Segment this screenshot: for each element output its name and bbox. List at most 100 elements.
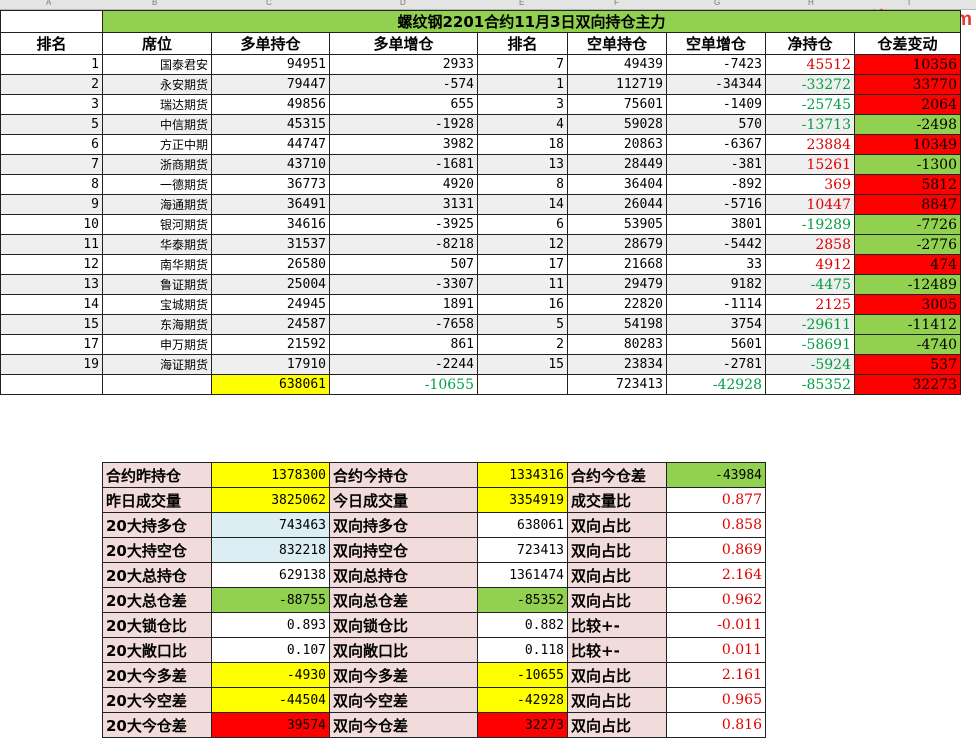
cell-seat[interactable]: 中信期货 <box>102 114 212 135</box>
cell-long[interactable]: 24945 <box>211 294 330 315</box>
summary-value[interactable]: 3354919 <box>477 487 568 513</box>
cell-long[interactable]: 17910 <box>211 354 330 375</box>
cell-diff[interactable]: 33770 <box>854 74 961 95</box>
cell-diff[interactable]: -2776 <box>854 234 961 255</box>
cell-long-change[interactable]: 1891 <box>329 294 478 315</box>
header-net[interactable]: 净持仓 <box>765 32 855 55</box>
cell-rank[interactable]: 5 <box>0 114 103 135</box>
summary-label[interactable]: 双向持多仓 <box>329 512 478 538</box>
cell-short[interactable]: 26044 <box>567 194 667 215</box>
cell-rank[interactable]: 3 <box>0 94 103 115</box>
summary-value[interactable]: 0.882 <box>477 612 568 638</box>
col-letter-a[interactable]: A <box>46 0 51 7</box>
summary-label[interactable]: 昨日成交量 <box>102 487 212 513</box>
cell-rank[interactable]: 11 <box>0 234 103 255</box>
summary-value[interactable]: -85352 <box>477 587 568 613</box>
cell-diff[interactable]: -4740 <box>854 334 961 355</box>
summary-value[interactable]: 39574 <box>211 712 330 738</box>
cell-short-change[interactable]: -5442 <box>666 234 766 255</box>
cell-short-rank[interactable]: 4 <box>477 114 568 135</box>
summary-label[interactable]: 20大敞口比 <box>102 637 212 663</box>
summary-ratio[interactable]: 2.164 <box>666 562 766 588</box>
col-letter-h[interactable]: H <box>808 0 814 7</box>
cell-long-change[interactable]: 2933 <box>329 54 478 75</box>
cell-net[interactable]: 369 <box>765 174 855 195</box>
cell-short-change[interactable]: 5601 <box>666 334 766 355</box>
summary-label[interactable]: 双向总仓差 <box>329 587 478 613</box>
summary-label[interactable]: 双向锁仓比 <box>329 612 478 638</box>
cell-long[interactable]: 49856 <box>211 94 330 115</box>
cell-rank[interactable]: 6 <box>0 134 103 155</box>
cell-short-rank[interactable]: 12 <box>477 234 568 255</box>
total-short[interactable]: 723413 <box>567 374 667 395</box>
cell-short[interactable]: 80283 <box>567 334 667 355</box>
cell-diff[interactable]: 474 <box>854 254 961 275</box>
header-rank[interactable]: 排名 <box>0 32 103 55</box>
cell-long[interactable]: 44747 <box>211 134 330 155</box>
cell-diff[interactable]: 2064 <box>854 94 961 115</box>
cell-diff[interactable]: 3005 <box>854 294 961 315</box>
cell-short-change[interactable]: -2781 <box>666 354 766 375</box>
cell-short-change[interactable]: -34344 <box>666 74 766 95</box>
cell-short[interactable]: 21668 <box>567 254 667 275</box>
summary-label[interactable]: 双向占比 <box>567 712 667 738</box>
cell-short-rank[interactable]: 6 <box>477 214 568 235</box>
cell-diff[interactable]: 8847 <box>854 194 961 215</box>
cell-short-rank[interactable]: 17 <box>477 254 568 275</box>
cell-long-change[interactable]: -1681 <box>329 154 478 175</box>
cell-long[interactable]: 36773 <box>211 174 330 195</box>
cell-long[interactable]: 34616 <box>211 214 330 235</box>
cell-seat[interactable]: 鲁证期货 <box>102 274 212 295</box>
summary-ratio[interactable]: 0.965 <box>666 687 766 713</box>
cell-net[interactable]: 23884 <box>765 134 855 155</box>
cell-diff[interactable]: 10349 <box>854 134 961 155</box>
cell-rank[interactable]: 14 <box>0 294 103 315</box>
summary-label[interactable]: 双向敞口比 <box>329 637 478 663</box>
summary-ratio[interactable]: -43984 <box>666 462 766 488</box>
col-letter-e[interactable]: E <box>519 0 524 7</box>
summary-value[interactable]: 1334316 <box>477 462 568 488</box>
cell-short-rank[interactable]: 5 <box>477 314 568 335</box>
cell-short-change[interactable]: 3754 <box>666 314 766 335</box>
cell-diff[interactable]: 537 <box>854 354 961 375</box>
cell-seat[interactable]: 南华期货 <box>102 254 212 275</box>
summary-ratio[interactable]: 0.816 <box>666 712 766 738</box>
summary-label[interactable]: 双向占比 <box>567 662 667 688</box>
cell-long[interactable]: 94951 <box>211 54 330 75</box>
cell-short-change[interactable]: 33 <box>666 254 766 275</box>
summary-ratio[interactable]: 0.869 <box>666 537 766 563</box>
summary-label[interactable]: 双向占比 <box>567 587 667 613</box>
summary-label[interactable]: 20大今空差 <box>102 687 212 713</box>
summary-value[interactable]: -88755 <box>211 587 330 613</box>
summary-label[interactable]: 今日成交量 <box>329 487 478 513</box>
summary-label[interactable]: 双向今空差 <box>329 687 478 713</box>
cell-long-change[interactable]: 861 <box>329 334 478 355</box>
cell-long[interactable]: 26580 <box>211 254 330 275</box>
cell-short-rank[interactable]: 1 <box>477 74 568 95</box>
cell-short[interactable]: 112719 <box>567 74 667 95</box>
summary-ratio[interactable]: 0.858 <box>666 512 766 538</box>
cell-net[interactable]: -13713 <box>765 114 855 135</box>
summary-label[interactable]: 双向总持仓 <box>329 562 478 588</box>
cell-long-change[interactable]: -3925 <box>329 214 478 235</box>
cell-net[interactable]: 2125 <box>765 294 855 315</box>
cell-diff[interactable]: 10356 <box>854 54 961 75</box>
cell-seat[interactable]: 海通期货 <box>102 194 212 215</box>
cell-rank[interactable]: 7 <box>0 154 103 175</box>
cell-seat[interactable]: 申万期货 <box>102 334 212 355</box>
cell-rank[interactable]: 1 <box>0 54 103 75</box>
cell-long[interactable]: 25004 <box>211 274 330 295</box>
cell-short[interactable]: 20863 <box>567 134 667 155</box>
summary-label[interactable]: 20大锁仓比 <box>102 612 212 638</box>
cell-long-change[interactable]: 3982 <box>329 134 478 155</box>
cell-long[interactable]: 21592 <box>211 334 330 355</box>
header-long[interactable]: 多单持仓 <box>211 32 330 55</box>
cell-diff[interactable]: 5812 <box>854 174 961 195</box>
summary-ratio[interactable]: -0.011 <box>666 612 766 638</box>
cell-short-change[interactable]: -1114 <box>666 294 766 315</box>
cell-short-change[interactable]: -381 <box>666 154 766 175</box>
cell-short[interactable]: 36404 <box>567 174 667 195</box>
summary-label[interactable]: 双向占比 <box>567 562 667 588</box>
summary-label[interactable]: 合约昨持仓 <box>102 462 212 488</box>
cell-rank[interactable]: 2 <box>0 74 103 95</box>
